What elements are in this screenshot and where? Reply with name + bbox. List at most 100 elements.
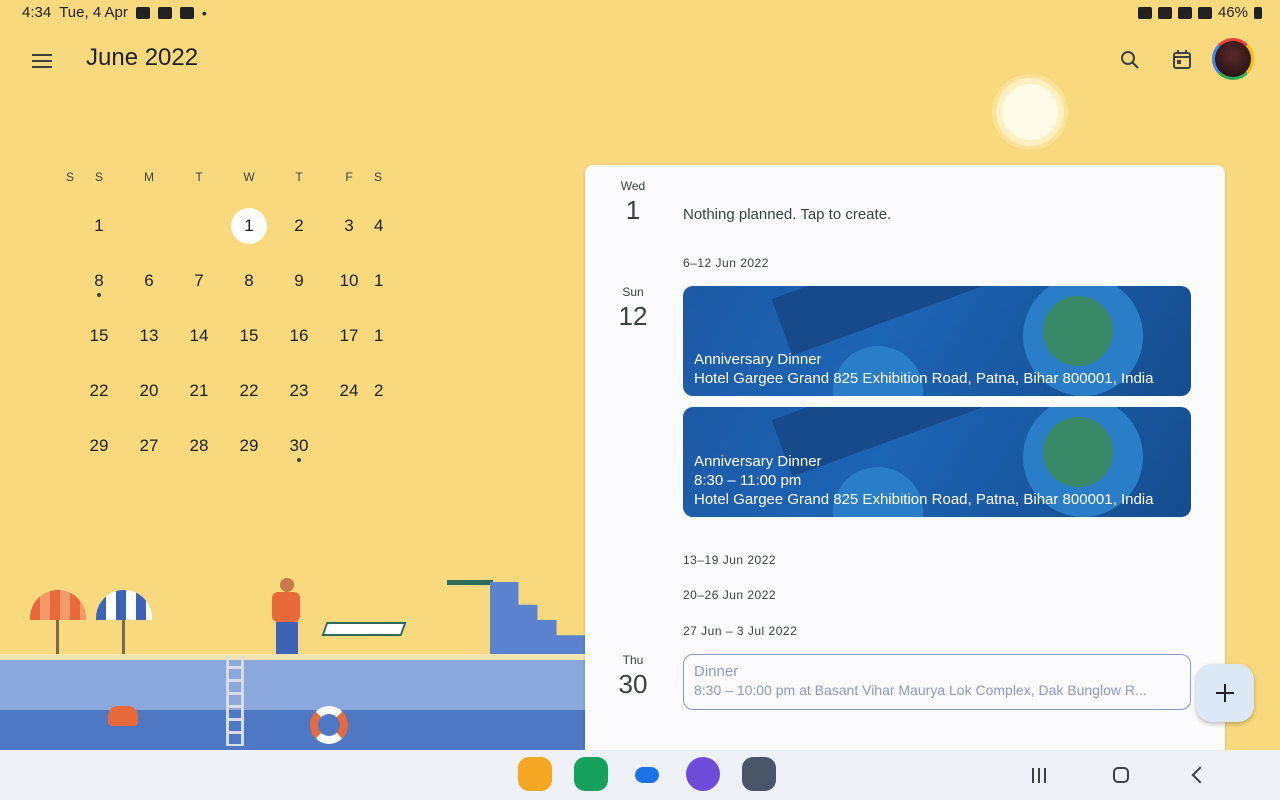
calendar-day[interactable]: 2 <box>274 196 324 251</box>
pool-ladder-illustration <box>226 656 244 746</box>
calendar-today-icon <box>1173 50 1191 69</box>
calendar-day[interactable]: 14 <box>174 306 224 361</box>
calendar-day[interactable]: 29 <box>224 416 274 471</box>
mini-month-calendar: S S M T W T F S 1 1 2 3 4 ’ 8 6 7 8 9 10… <box>48 170 428 471</box>
calendar-day[interactable]: 27 <box>124 416 174 471</box>
dow-label: T <box>295 170 303 184</box>
messages-app-icon[interactable] <box>630 757 664 791</box>
account-avatar[interactable] <box>1212 38 1254 80</box>
status-left: 4:34 Tue, 4 Apr • <box>22 4 207 21</box>
life-ring-illustration <box>310 706 348 744</box>
calendar-day[interactable] <box>124 196 174 251</box>
calendar-week-row: 1 22 20 21 22 23 24 2 <box>48 361 428 416</box>
calendar-day[interactable]: 1 <box>374 306 394 361</box>
create-event-button[interactable] <box>1196 664 1254 722</box>
nothing-planned-text[interactable]: Nothing planned. Tap to create. <box>683 206 891 223</box>
month-title[interactable]: June 2022 <box>86 44 198 72</box>
calendar-day[interactable]: 15 <box>224 306 274 361</box>
calendar-day[interactable]: 4 <box>48 306 74 361</box>
back-button[interactable] <box>1184 762 1214 788</box>
dow-label: S <box>65 170 74 184</box>
days-of-week-row: S S M T W T F S <box>48 170 428 196</box>
calendar-day[interactable]: 8 <box>224 251 274 306</box>
youtube-notification-icon-2 <box>179 6 194 19</box>
hamburger-icon <box>32 54 52 56</box>
calendar-day[interactable]: 22 <box>224 361 274 416</box>
navigation-bar <box>0 750 1280 800</box>
calendar-day[interactable]: 15 <box>74 306 124 361</box>
event-location: Hotel Gargee Grand 825 Exhibition Road, … <box>694 370 1154 387</box>
files-app-icon[interactable] <box>518 757 552 791</box>
event-indicator-dot <box>297 458 301 462</box>
event-title: Anniversary Dinner <box>694 453 822 470</box>
battery-level: 46% <box>1217 4 1248 21</box>
sun-lounger-illustration <box>321 622 407 636</box>
internet-app-icon[interactable] <box>686 757 720 791</box>
calendar-day[interactable]: 21 <box>174 361 224 416</box>
event-card[interactable]: Anniversary Dinner Hotel Gargee Grand 82… <box>683 286 1191 396</box>
calendar-day[interactable] <box>48 196 74 251</box>
calendar-day[interactable] <box>174 196 224 251</box>
event-card-dinner[interactable]: Dinner 8:30 – 10:00 pm at Basant Vihar M… <box>683 654 1191 710</box>
calendar-day[interactable]: 23 <box>274 361 324 416</box>
status-bar: 4:34 Tue, 4 Apr • 46% <box>0 0 1280 26</box>
phone-app-icon[interactable] <box>574 757 608 791</box>
calendar-day[interactable]: 1 <box>48 361 74 416</box>
calendar-day[interactable]: 3 <box>324 196 374 251</box>
home-button[interactable] <box>1106 762 1136 788</box>
calendar-day[interactable]: ’ <box>48 251 74 306</box>
calendar-day[interactable]: 4 <box>374 196 394 251</box>
date-header[interactable]: Thu 30 <box>585 653 681 700</box>
status-right: 46% <box>1137 4 1262 21</box>
calendar-day[interactable]: 2 <box>374 361 394 416</box>
date-number: 12 <box>618 301 648 331</box>
calendar-day[interactable]: 6 <box>124 251 174 306</box>
calendar-day[interactable]: 16 <box>274 306 324 361</box>
calendar-day[interactable]: 8 <box>48 416 74 471</box>
status-time: 4:34 <box>22 4 52 21</box>
recent-apps-button[interactable] <box>1030 762 1060 788</box>
dow-label: S <box>374 170 383 184</box>
standing-person-illustration <box>268 578 304 658</box>
today-button[interactable] <box>1166 44 1198 76</box>
calendar-day-selected[interactable]: 1 <box>224 196 274 251</box>
calendar-day[interactable]: 8 <box>74 251 124 306</box>
calendar-week-row: ’ 8 6 7 8 9 10 1 <box>48 251 428 306</box>
calendar-day[interactable]: 13 <box>124 306 174 361</box>
calendar-day[interactable]: 1 <box>374 251 394 306</box>
battery-icon <box>1254 6 1262 19</box>
calendar-day[interactable]: 20 <box>124 361 174 416</box>
search-button[interactable] <box>1114 44 1146 76</box>
app-drawer-icon[interactable] <box>742 757 776 791</box>
calendar-week-row: 8 29 27 28 29 30 <box>48 416 428 471</box>
date-header[interactable]: Wed 1 <box>585 179 681 226</box>
calendar-day[interactable]: 7 <box>174 251 224 306</box>
calendar-day[interactable]: 28 <box>174 416 224 471</box>
schedule-panel: Wed 1 Nothing planned. Tap to create. 6–… <box>585 165 1225 750</box>
menu-button[interactable] <box>22 44 62 76</box>
week-range-label: 13–19 Jun 2022 <box>683 553 777 567</box>
calendar-week-row: 4 15 13 14 15 16 17 1 <box>48 306 428 361</box>
mute-icon <box>1157 6 1172 19</box>
calendar-day[interactable]: 22 <box>74 361 124 416</box>
calendar-day[interactable]: 29 <box>74 416 124 471</box>
calendar-day[interactable]: 30 <box>274 416 324 471</box>
event-card[interactable]: Anniversary Dinner 8:30 – 11:00 pm Hotel… <box>683 407 1191 517</box>
sun-illustration <box>1002 84 1058 140</box>
date-header[interactable]: Sun 12 <box>585 285 681 332</box>
swimmer-illustration <box>108 706 138 726</box>
date-dow: Wed <box>620 179 646 193</box>
calendar-day[interactable] <box>324 416 374 471</box>
calendar-day[interactable]: 17 <box>324 306 374 361</box>
calendar-day[interactable]: 24 <box>324 361 374 416</box>
dow-label: S <box>94 170 103 184</box>
calendar-day[interactable]: 1 <box>74 196 124 251</box>
week-range-label: 20–26 Jun 2022 <box>683 588 777 602</box>
calendar-day[interactable]: 10 <box>324 251 374 306</box>
dow-label: W <box>243 170 255 184</box>
app-header: June 2022 <box>0 30 1280 90</box>
calendar-day[interactable] <box>374 416 394 471</box>
alarm-icon <box>1137 6 1152 19</box>
calendar-day[interactable]: 9 <box>274 251 324 306</box>
calendar-week-row: 1 1 2 3 4 <box>48 196 428 251</box>
